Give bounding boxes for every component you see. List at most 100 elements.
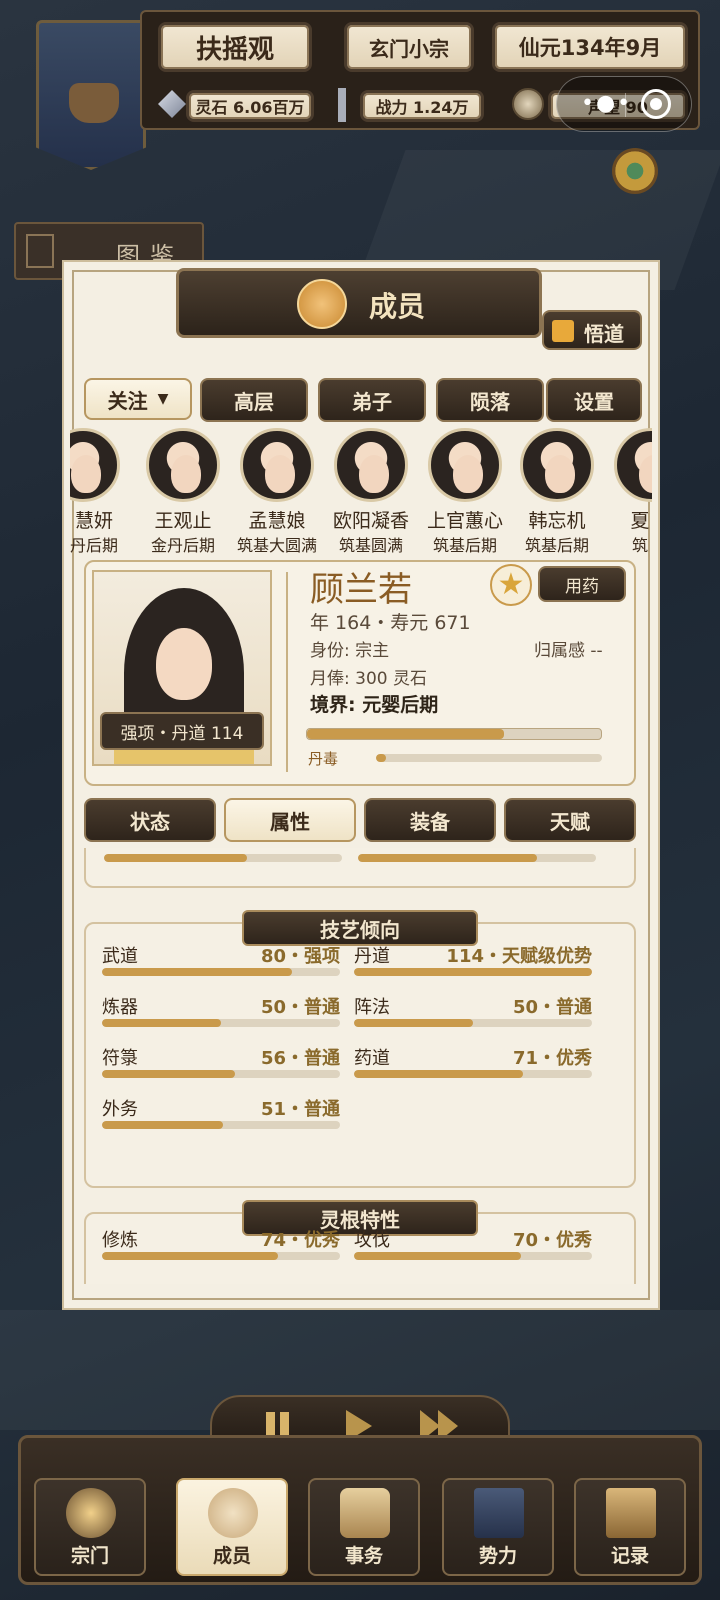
member-name: 夏	[630, 510, 650, 532]
stat-label: 药道	[354, 1048, 390, 1069]
member-name-title: 顾兰若	[310, 570, 412, 610]
stat-label: 炼器	[102, 997, 138, 1018]
sect-name[interactable]: 扶摇观	[158, 22, 312, 72]
member-avatar[interactable]	[240, 428, 314, 502]
spirit-stones[interactable]: 灵石 6.06百万	[186, 90, 314, 122]
profile-divider	[286, 572, 288, 772]
nav-affairs-label: 事务	[344, 1545, 383, 1567]
medicine-button[interactable]: 用药	[538, 566, 626, 602]
nav-records[interactable]: 记录	[574, 1478, 686, 1576]
sect-rank[interactable]: 玄门小宗	[344, 22, 474, 72]
combat-power[interactable]: 战力 1.24万	[360, 90, 484, 122]
stat-bar	[104, 854, 342, 862]
sect-banner[interactable]	[36, 20, 146, 170]
senior-button[interactable]: 高层	[200, 378, 308, 422]
mini-program-capsule[interactable]: •●•	[556, 76, 692, 132]
stat-value: 51・普通	[260, 1099, 340, 1120]
play-video-icon	[552, 320, 574, 342]
identity: 身份: 宗主	[310, 641, 390, 661]
member-rank: 筑基后期	[432, 536, 497, 554]
stat-bar	[358, 854, 596, 862]
follow-label: 关注	[107, 388, 148, 413]
favorite-star-icon[interactable]: ★	[490, 564, 532, 606]
belonging: 归属感 --	[534, 641, 603, 661]
profile-card: 强项・丹道 114 顾兰若 ★ 用药 年 164・寿元 671 身份: 宗主 归…	[84, 560, 636, 786]
divider	[625, 93, 626, 117]
attributes-scroll-area[interactable]: 技艺倾向 武道 80・强项 丹道 114・天赋级优势 炼器 50・普通 阵法 50・普通 符箓 5…	[70, 848, 650, 1284]
stat-fill	[354, 968, 592, 976]
nav-forces-label: 势力	[478, 1545, 517, 1567]
stat-fill	[102, 1019, 221, 1027]
member-name: 上官蕙心	[426, 510, 503, 532]
stat-value: 70・优秀	[512, 1230, 592, 1251]
nav-affairs[interactable]: 事务	[308, 1478, 420, 1576]
prev-section-tail	[84, 848, 636, 888]
member-name: 欧阳凝香	[332, 510, 409, 532]
stat-fill	[354, 1019, 473, 1027]
skills-title: 技艺倾向	[242, 910, 478, 946]
strength-badge: 强项・丹道 114	[100, 712, 264, 750]
member-avatar[interactable]	[520, 428, 594, 502]
stat-fill	[354, 1070, 523, 1078]
insight-label: 悟道	[584, 322, 624, 346]
stat-bar	[102, 1019, 340, 1027]
member-portrait-icon	[297, 279, 347, 329]
avatar-face	[359, 455, 389, 493]
tab-status[interactable]: 状态	[84, 798, 216, 842]
cultivation-progress-bar	[306, 728, 602, 740]
nav-members[interactable]: 成员	[176, 1478, 288, 1576]
tab-talent[interactable]: 天赋	[504, 798, 636, 842]
scroll-icon	[340, 1488, 390, 1538]
stat-row: 修炼 74・优秀	[102, 1226, 340, 1266]
stat-bar	[354, 1019, 592, 1027]
chevron-down-icon: ▼	[157, 391, 169, 407]
fallen-button[interactable]: 陨落	[436, 378, 544, 422]
realm: 境界: 元婴后期	[310, 694, 439, 716]
avatar-face	[453, 455, 483, 493]
stat-bar	[354, 1070, 592, 1078]
sect-gate-icon	[66, 1488, 116, 1538]
stat-bar	[354, 1252, 592, 1260]
stat-label: 阵法	[354, 997, 390, 1018]
stat-row: 攻伐 70・优秀	[354, 1226, 592, 1266]
salary: 月俸: 300 灵石	[310, 669, 427, 689]
stat-bar	[354, 968, 592, 976]
avatar-face	[265, 455, 295, 493]
avatar-face	[171, 455, 201, 493]
disciple-button[interactable]: 弟子	[318, 378, 426, 422]
tab-attributes[interactable]: 属性	[224, 798, 356, 842]
stat-value: 56・普通	[260, 1048, 340, 1069]
pill-poison-label: 丹毒	[308, 750, 339, 768]
cauldron-icon	[69, 83, 119, 123]
sword-icon	[338, 88, 346, 122]
avatar-face	[639, 455, 652, 493]
avatar-face	[71, 455, 101, 493]
prestige-icon	[512, 88, 544, 120]
member-avatar[interactable]	[428, 428, 502, 502]
close-icon-dot	[650, 98, 662, 110]
stat-label: 外务	[102, 1099, 138, 1120]
nav-sect-label: 宗门	[70, 1545, 109, 1567]
tab-equipment[interactable]: 装备	[364, 798, 496, 842]
pill-poison-fill	[376, 754, 386, 762]
stat-row: 药道 71・优秀	[354, 1044, 592, 1084]
pill-poison-bar	[376, 754, 602, 762]
banner-icon	[474, 1488, 524, 1538]
book-icon	[606, 1488, 656, 1538]
age-line: 年 164・寿元 671	[310, 612, 471, 634]
settings-button[interactable]: 设置	[546, 378, 642, 422]
member-avatar[interactable]	[70, 428, 120, 502]
nav-forces[interactable]: 势力	[442, 1478, 554, 1576]
member-rank: 筑基大圆满	[236, 536, 317, 554]
settings-gear-icon[interactable]	[612, 148, 658, 194]
member-avatar[interactable]	[334, 428, 408, 502]
stat-value: 74・优秀	[260, 1230, 340, 1251]
insight-button[interactable]: 悟道	[542, 310, 642, 350]
game-date[interactable]: 仙元134年9月	[492, 22, 688, 72]
member-avatar[interactable]	[146, 428, 220, 502]
nav-sect[interactable]: 宗门	[34, 1478, 146, 1576]
follow-dropdown[interactable]: 关注 ▼	[84, 378, 192, 420]
nav-records-label: 记录	[610, 1545, 649, 1567]
member-avatar[interactable]	[614, 428, 652, 502]
stat-bar	[102, 1121, 340, 1129]
